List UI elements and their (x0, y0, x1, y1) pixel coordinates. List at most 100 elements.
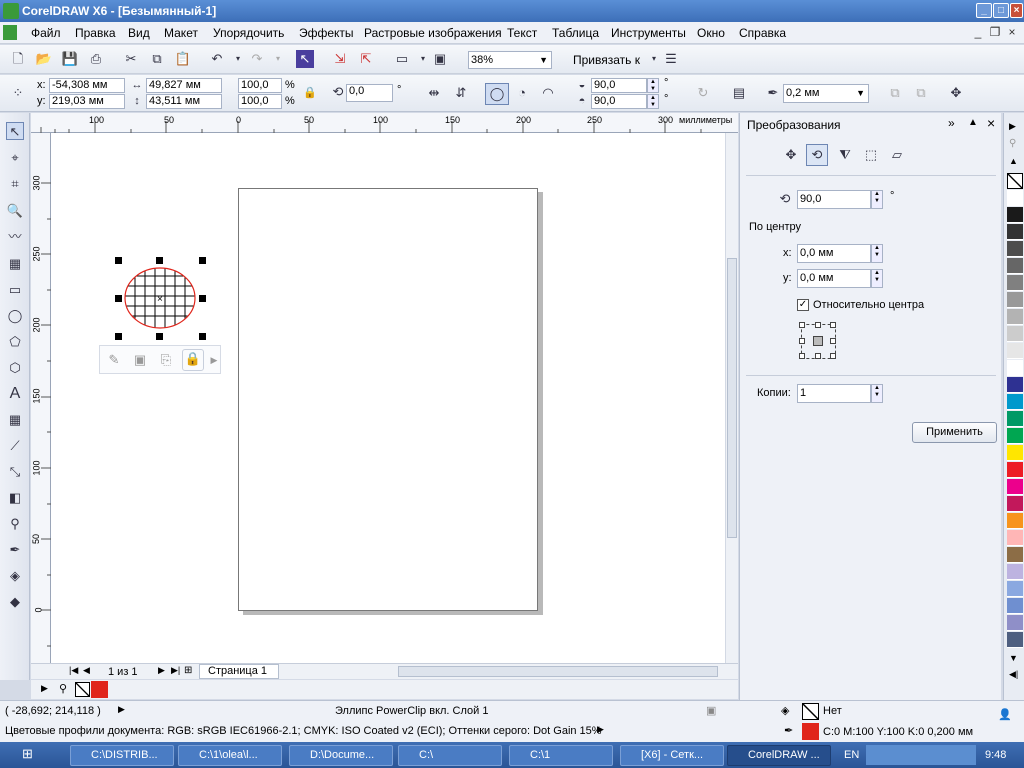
color-swatch[interactable] (1007, 581, 1023, 597)
color-swatch[interactable] (1007, 292, 1023, 308)
color-swatch[interactable] (1007, 207, 1023, 223)
color-swatch[interactable] (1007, 632, 1023, 648)
table-tool-icon[interactable]: ▦ (6, 411, 24, 429)
height-input[interactable]: 43,511 мм (146, 94, 222, 109)
page-next-icon[interactable]: ▶ (158, 665, 165, 676)
color-swatch[interactable] (1007, 326, 1023, 342)
shape-tool-icon[interactable]: ⌖ (6, 149, 24, 167)
color-swatch[interactable] (1007, 190, 1023, 206)
doc-minimize-button[interactable]: _ (970, 25, 986, 40)
rotation-angle-input[interactable]: 90,0 (797, 190, 871, 209)
extract-contents-icon[interactable]: ⎘ (157, 351, 175, 369)
color-swatch[interactable] (1007, 258, 1023, 274)
color-swatch[interactable] (1007, 479, 1023, 495)
new-icon[interactable]: 🗋 (9, 50, 27, 68)
language-indicator[interactable]: EN (844, 749, 859, 761)
vertical-ruler[interactable]: 300 250 200 150 100 50 0 (31, 133, 51, 663)
paste-icon[interactable]: 📋 (174, 50, 192, 68)
arc-mode-icon[interactable]: ◠ (539, 84, 557, 102)
options-icon[interactable]: ☰ (662, 50, 680, 68)
mirror-horizontal-icon[interactable]: ⇹ (425, 84, 443, 102)
menu-help[interactable]: Справка (739, 26, 786, 40)
open-icon[interactable]: 📂 (35, 50, 53, 68)
taskbar-item[interactable]: D:\Docume... (289, 745, 393, 766)
undo-icon[interactable]: ↶ (208, 50, 226, 68)
cut-icon[interactable]: ✂ (122, 50, 140, 68)
save-icon[interactable]: 💾 (61, 50, 79, 68)
menu-effects[interactable]: Эффекты (299, 26, 354, 40)
docker-collapse-icon[interactable]: ▲ (968, 117, 978, 128)
selection-handle-ml[interactable] (115, 295, 122, 302)
lock-ratio-icon[interactable]: 🔒 (301, 84, 319, 102)
no-color-swatch[interactable] (75, 682, 90, 697)
vertical-scrollbar[interactable] (725, 133, 738, 663)
docker-close-icon[interactable]: × (987, 115, 995, 131)
profiles-expand-icon[interactable]: ▶ (597, 724, 604, 735)
horizontal-scrollbar[interactable] (398, 666, 718, 677)
scale-width-input[interactable]: 100,0 (238, 78, 282, 93)
redo-icon[interactable]: ↷ (248, 50, 266, 68)
palette-expand-icon[interactable]: ◀| (1009, 669, 1018, 680)
menu-tools[interactable]: Инструменты (611, 26, 686, 40)
taskbar-item[interactable]: C:\DISTRIB... (70, 745, 174, 766)
color-swatch[interactable] (1007, 377, 1023, 393)
selection-handle-tr[interactable] (199, 257, 206, 264)
ellipse-powerclip[interactable]: × (123, 266, 203, 336)
to-front-icon[interactable]: ⧉ (886, 84, 904, 102)
page-first-icon[interactable]: |◀ (69, 665, 78, 676)
arc-start-spinner[interactable]: ▲ ▼ (647, 78, 659, 93)
menu-view[interactable]: Вид (128, 26, 150, 40)
publish-pdf-icon[interactable]: ▭ (393, 50, 411, 68)
doc-restore-button[interactable]: ❐ (987, 25, 1003, 40)
to-back-icon[interactable]: ⧉ (912, 84, 930, 102)
color-swatch[interactable] (1007, 360, 1023, 376)
copy-icon[interactable]: ⧉ (148, 50, 166, 68)
palette-eyedropper-icon[interactable]: ⚲ (59, 682, 67, 695)
selection-handle-br[interactable] (199, 333, 206, 340)
page-prev-icon[interactable]: ◀ (83, 665, 90, 676)
smart-fill-tool-icon[interactable]: ▦ (6, 255, 24, 273)
menu-layout[interactable]: Макет (164, 26, 198, 40)
scale-mirror-tab-icon[interactable]: ⧨ (836, 146, 854, 164)
pie-mode-icon[interactable]: ◔ (513, 84, 531, 102)
taskbar-item[interactable]: [X6] - Сетк... (620, 745, 724, 766)
redo-dropdown-icon[interactable]: ▾ (269, 50, 287, 68)
color-swatch[interactable] (1007, 547, 1023, 563)
polygon-tool-icon[interactable]: ⬠ (6, 333, 24, 351)
color-swatch[interactable] (1007, 445, 1023, 461)
outline-tool-icon[interactable]: ✒ (6, 541, 24, 559)
close-button[interactable]: × (1010, 3, 1023, 18)
menu-bitmaps[interactable]: Растровые изображения (364, 26, 502, 40)
palette-scroll-up-icon[interactable]: ▶ (1009, 121, 1016, 132)
selection-handle-tl[interactable] (115, 257, 122, 264)
publish-dropdown-icon[interactable]: ▾ (414, 50, 432, 68)
horizontal-ruler[interactable]: 100 50 0 50 100 150 200 250 300 миллимет… (31, 113, 738, 133)
drawing-canvas[interactable]: × ✎ ▣ ⎘ 🔒 ▶ (51, 133, 725, 663)
crop-tool-icon[interactable]: ⌗ (6, 175, 24, 193)
wrap-text-icon[interactable]: ▤ (730, 84, 748, 102)
eyedropper-tool-icon[interactable]: ⚲ (6, 515, 24, 533)
undo-dropdown-icon[interactable]: ▾ (229, 50, 247, 68)
taskbar-item-active[interactable]: CorelDRAW ... (727, 745, 831, 766)
size-tab-icon[interactable]: ⬚ (862, 146, 880, 164)
edit-fill-icon[interactable]: 👤 (998, 708, 1012, 721)
menu-window[interactable]: Окно (697, 26, 725, 40)
center-y-spinner[interactable]: ▲ ▼ (871, 269, 883, 288)
minimize-button[interactable]: _ (976, 3, 992, 18)
color-swatch[interactable] (1007, 394, 1023, 410)
palette-eyedropper-icon[interactable]: ⚲ (1009, 138, 1016, 149)
menu-text[interactable]: Текст (507, 26, 537, 40)
zoom-tool-icon[interactable]: 🔍 (6, 202, 24, 220)
page-last-icon[interactable]: ▶| (171, 665, 180, 676)
color-swatch[interactable] (1007, 598, 1023, 614)
palette-up-icon[interactable]: ▲ (1009, 156, 1018, 166)
anchor-grid-icon[interactable] (799, 322, 836, 359)
taskbar-item[interactable]: C:\1 (509, 745, 613, 766)
palette-down-icon[interactable]: ▼ (1009, 653, 1018, 663)
add-page-icon[interactable]: ⊞ (184, 665, 192, 676)
menu-file[interactable]: Файл (31, 26, 61, 40)
more-options-icon[interactable]: ▶ (205, 351, 223, 369)
page-tab[interactable]: Страница 1 (199, 664, 279, 679)
docker-expand-icon[interactable]: » (948, 116, 955, 130)
scroll-thumb[interactable] (727, 258, 737, 538)
